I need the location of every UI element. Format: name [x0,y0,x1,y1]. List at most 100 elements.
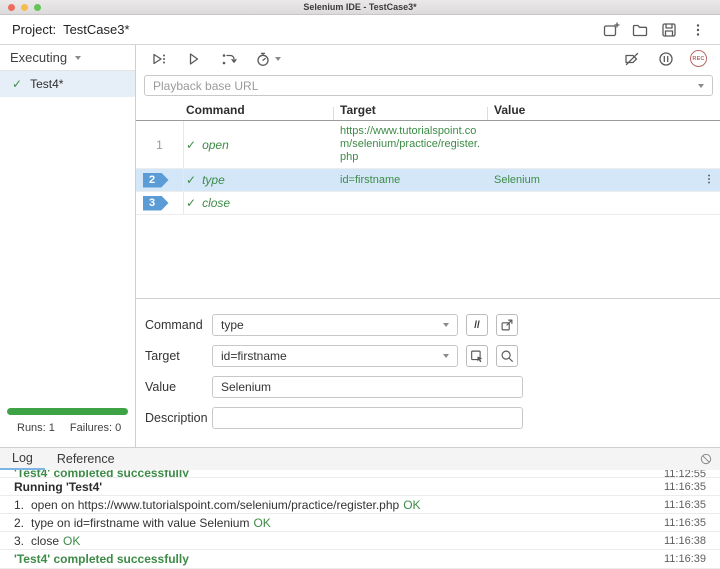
playback-base-url-input[interactable] [153,78,698,93]
run-current-test-button[interactable] [184,49,204,69]
run-all-tests-button[interactable] [149,49,169,69]
toggle-comment-button[interactable]: // [466,314,488,336]
value-input[interactable] [212,376,523,398]
test-speed-button[interactable] [254,49,281,69]
zoom-button[interactable] [34,4,41,11]
step-command: open [202,137,229,152]
step-number-cell[interactable]: 3 [136,192,184,214]
select-target-button[interactable] [466,345,488,367]
step-target-cell: id=firstname [340,173,401,186]
failures-count: Failures: 0 [69,422,122,434]
step-number-cell[interactable]: 2 [136,169,184,191]
step-over-button[interactable] [219,49,239,69]
step-editor: Command type // Target id=firstname Valu… [136,299,720,438]
chevron-down-icon[interactable] [698,83,704,88]
step-passed-check-icon: ✓ [186,196,197,210]
log-entry: 3. close OK 11:16:38 [0,532,720,550]
record-button[interactable]: REC [690,50,707,67]
log-entry-number: 3. [14,533,25,548]
new-project-icon [603,21,620,36]
run-summary: Runs: 1 Failures: 0 [0,408,135,447]
target-select[interactable]: id=firstname [212,345,458,367]
search-icon [501,350,513,362]
new-project-button[interactable] [601,20,621,40]
tab-log[interactable]: Log [0,448,45,470]
close-button[interactable] [8,4,15,11]
disable-breakpoints-button[interactable] [622,49,642,69]
step-row[interactable]: 2 ✓ type id=firstname Selenium [136,169,720,192]
command-select[interactable]: type [212,314,458,336]
log-entry: Running 'Test4' 11:16:35 [0,478,720,496]
tab-reference[interactable]: Reference [45,448,127,470]
log-entry: 2. type on id=firstname with value Seleni… [0,514,720,532]
run-progress-bar [7,408,128,415]
pause-on-exceptions-button[interactable] [656,49,676,69]
tests-state-dropdown[interactable]: Executing [0,45,135,71]
step-passed-check-icon: ✓ [186,137,197,152]
step-command-cell: ✓ close [184,192,338,214]
step-menu-button[interactable] [702,172,716,189]
log-entry: 'Test4' completed successfully 11:16:39 [0,550,720,569]
sidebar-test-item[interactable]: ✓ Test4* [0,71,135,97]
step-value-cell: Selenium [494,173,540,186]
log-entry: 1. open on https://www.tutorialspoint.com… [0,496,720,514]
log-entry-time: 11:16:35 [663,480,706,493]
open-project-button[interactable] [630,20,650,40]
log-entries: 'Test4' completed successfully 11:12:55 Ru… [0,470,720,569]
kebab-menu-icon [708,174,710,183]
log-entry: 'Test4' completed successfully 11:12:55 [0,470,720,478]
step-number-cell[interactable]: 1 [136,121,184,168]
find-target-button[interactable] [496,345,518,367]
traffic-lights [8,4,41,11]
steps-table-body: 1 ✓ open https://www.tutorialspoint.com/sel… [136,121,720,298]
breakpoint-badge[interactable]: 2 [142,172,169,188]
clear-log-icon [700,453,712,465]
project-menu-button[interactable] [688,20,708,40]
step-command: close [202,196,231,210]
playback-url-row [136,72,720,99]
log-entry-time: 11:16:35 [663,498,706,511]
description-input[interactable] [212,407,523,429]
command-label: Command [145,318,203,332]
save-project-button[interactable] [659,20,679,40]
disable-breakpoints-icon [625,52,639,65]
value-label: Value [145,380,177,394]
project-bar: Project: TestCase3* [0,15,720,45]
log-entry-number: 1. [14,497,25,512]
column-header-value: Value [487,103,698,120]
play-icon [189,52,199,65]
breakpoint-badge[interactable]: 3 [142,195,169,211]
log-entry-text: 'Test4' completed successfully [14,552,189,566]
test-name: Test4* [30,77,64,91]
row-number: 1 [156,137,163,152]
steps-table: Command Target Value 1 ✓ open https://www.t… [136,99,720,299]
test-passed-check-icon: ✓ [12,77,23,91]
column-header-command: Command [186,102,245,117]
chevron-down-icon [75,55,82,60]
select-target-icon [471,350,483,363]
project-name[interactable]: TestCase3* [63,22,129,37]
log-entry-text: close [31,533,60,548]
minimize-button[interactable] [21,4,28,11]
kebab-menu-icon [696,23,700,36]
test-list: ✓ Test4* [0,71,135,97]
description-label: Description [145,411,208,425]
log-entry-text: type on id=firstname with value Selenium [31,515,250,530]
step-command-cell: ✓ open [184,121,338,168]
log-entry-number: 2. [14,515,25,530]
tests-state-label: Executing [10,50,68,65]
log-entry-text: Running 'Test4' [14,479,103,494]
log-entry-text: open on https://www.tutorialspoint.com/s… [31,497,400,512]
open-new-window-button[interactable] [496,314,518,336]
open-new-window-icon [501,319,513,331]
clear-log-button[interactable] [699,448,713,470]
step-target-cell: https://www.tutorialspoint.com/selenium/… [340,125,480,163]
run-all-icon [153,53,165,64]
log-panel: Log Reference 'Test4' completed successfu… [0,447,720,569]
step-over-icon [222,53,237,64]
tests-sidebar: Executing ✓ Test4* Runs: 1 Failures: 0 [0,45,136,447]
step-row[interactable]: 3 ✓ close [136,192,720,215]
column-header-target: Target [333,103,492,120]
step-value-cell [492,192,698,214]
step-row[interactable]: 1 ✓ open https://www.tutorialspoint.com/sel… [136,121,720,169]
